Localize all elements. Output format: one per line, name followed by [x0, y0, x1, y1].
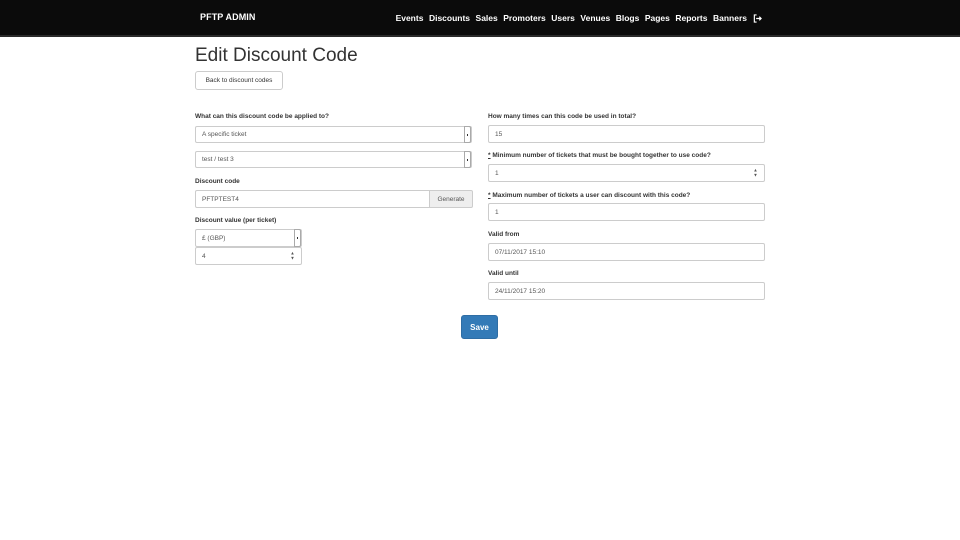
discount-value-label: Discount value (per ticket)	[195, 217, 277, 224]
min-tickets-input[interactable]: 1 ▲ ▼	[488, 164, 765, 182]
currency-select[interactable]: £ (GBP)	[195, 229, 302, 247]
max-tickets-input[interactable]: 1	[488, 203, 765, 221]
valid-from-input[interactable]: 07/11/2017 15:10	[488, 243, 765, 261]
stepper-icon[interactable]: ▲ ▼	[753, 168, 758, 178]
nav-promoters[interactable]: Promoters	[503, 13, 546, 23]
top-navbar: PFTP ADMIN Events Discounts Sales Promot…	[0, 0, 960, 37]
generate-button[interactable]: Generate	[429, 190, 473, 208]
save-button[interactable]: Save	[461, 315, 498, 339]
total-uses-input[interactable]: 15	[488, 125, 765, 143]
total-uses-label: How many times can this code be used in …	[488, 113, 637, 120]
discount-amount-input[interactable]: 4 ▲ ▼	[195, 247, 302, 265]
discount-code-value: PFTPTEST4	[202, 195, 239, 203]
applies-to-label: What can this discount code be applied t…	[195, 113, 329, 120]
valid-until-input[interactable]: 24/11/2017 15:20	[488, 282, 765, 300]
page-title: Edit Discount Code	[195, 45, 358, 66]
sign-out-icon[interactable]	[753, 13, 762, 23]
discount-code-input[interactable]: PFTPTEST4	[195, 190, 430, 208]
nav-discounts[interactable]: Discounts	[429, 13, 470, 23]
ticket-select[interactable]: test / test 3	[195, 151, 472, 168]
currency-value: £ (GBP)	[202, 234, 226, 242]
dropdown-arrow-icon	[464, 151, 471, 168]
total-uses-value: 15	[495, 130, 503, 138]
stepper-icon[interactable]: ▲ ▼	[290, 251, 295, 261]
applies-to-value: A specific ticket	[202, 131, 247, 138]
main-nav: Events Discounts Sales Promoters Users V…	[390, 13, 762, 23]
valid-from-label: Valid from	[488, 231, 520, 238]
valid-until-label: Valid until	[488, 270, 519, 277]
applies-to-select[interactable]: A specific ticket	[195, 126, 472, 143]
max-tickets-label-text: Maximum number of tickets a user can dis…	[490, 192, 691, 199]
max-tickets-label: * Maximum number of tickets a user can d…	[488, 192, 690, 199]
dropdown-arrow-icon	[294, 229, 301, 247]
nav-reports[interactable]: Reports	[675, 13, 707, 23]
nav-users[interactable]: Users	[551, 13, 575, 23]
max-tickets-value: 1	[495, 208, 499, 216]
nav-blogs[interactable]: Blogs	[616, 13, 640, 23]
nav-sales[interactable]: Sales	[476, 13, 498, 23]
min-tickets-value: 1	[495, 169, 499, 177]
discount-amount-value: 4	[202, 252, 206, 260]
nav-events[interactable]: Events	[396, 13, 424, 23]
discount-code-label: Discount code	[195, 178, 240, 185]
brand-logo[interactable]: PFTP ADMIN	[200, 12, 256, 22]
back-to-discount-codes-button[interactable]: Back to discount codes	[195, 71, 283, 90]
valid-from-value: 07/11/2017 15:10	[495, 248, 546, 256]
nav-pages[interactable]: Pages	[645, 13, 670, 23]
min-tickets-label: * Minimum number of tickets that must be…	[488, 152, 711, 159]
dropdown-arrow-icon	[464, 126, 471, 143]
valid-until-value: 24/11/2017 15:20	[495, 287, 546, 295]
nav-venues[interactable]: Venues	[580, 13, 610, 23]
min-tickets-label-text: Minimum number of tickets that must be b…	[490, 152, 711, 159]
ticket-value: test / test 3	[202, 156, 234, 163]
nav-banners[interactable]: Banners	[713, 13, 747, 23]
